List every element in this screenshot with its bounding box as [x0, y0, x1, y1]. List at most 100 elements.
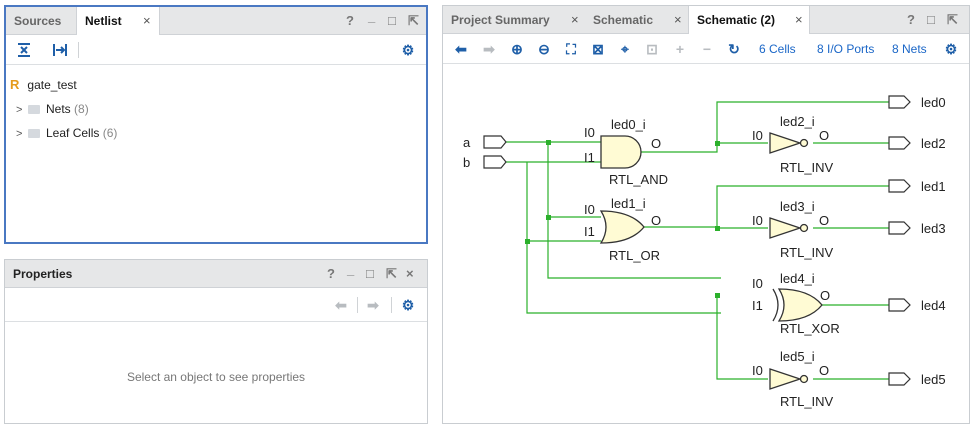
xor-gate-extra-arc [772, 288, 779, 322]
forward-arrow-icon[interactable]: ➡ [363, 288, 383, 318]
tab-sources[interactable]: Sources [6, 7, 76, 35]
input-port-a [483, 135, 507, 149]
fit-icon[interactable]: ⛶ [561, 34, 581, 64]
nets-count-link[interactable]: 8 Nets [892, 34, 927, 64]
cell-type-led5: RTL_INV [780, 394, 834, 409]
schematic-panel: Project Summary × Schematic × Schematic … [442, 5, 970, 424]
chevron-right-icon[interactable]: > [16, 124, 28, 144]
tree-item-nets[interactable]: > Nets (8) [16, 99, 89, 119]
forward-icon[interactable]: ➡ [479, 34, 499, 64]
maximize-icon[interactable]: □ [366, 260, 374, 288]
tree-item-count: (8) [74, 102, 89, 116]
gear-icon[interactable]: ⚙ [398, 35, 418, 65]
tab-project-summary[interactable]: Project Summary × [443, 6, 585, 34]
regenerate-icon[interactable]: ⊡ [642, 34, 662, 64]
pin-label: I1 [752, 298, 763, 313]
zoom-area-icon[interactable]: ⊠ [588, 34, 608, 64]
close-tab-icon[interactable]: × [571, 6, 579, 34]
tree-item-count: (6) [102, 126, 118, 140]
minimize-icon[interactable]: _ [368, 3, 375, 31]
output-port-led5 [888, 372, 911, 386]
tree-item-leaf-cells[interactable]: > Leaf Cells (6) [16, 123, 117, 143]
remove-icon[interactable]: − [697, 34, 717, 64]
properties-placeholder: Select an object to see properties [126, 370, 306, 384]
expand-icon[interactable] [50, 35, 70, 65]
output-label-led3: led3 [921, 221, 946, 236]
inv-bubble-led2 [799, 138, 809, 148]
schematic-canvas[interactable]: a b led0 led2 led1 led3 led4 led5 led0_i… [443, 65, 969, 423]
float-icon[interactable]: ⇱ [947, 6, 958, 34]
float-icon[interactable]: ⇱ [386, 260, 397, 288]
tree-item-label: Nets [46, 102, 71, 116]
cell-type-led2: RTL_INV [780, 160, 834, 175]
tree-root[interactable]: Rgate_test [10, 75, 77, 95]
netlist-panel: Sources Netlist × ? _ □ ⇱ ⚙ Rgate_test >… [4, 5, 428, 244]
io-ports-count-link[interactable]: 8 I/O Ports [817, 34, 874, 64]
inv-bubble-led3 [799, 223, 809, 233]
gear-icon[interactable]: ⚙ [941, 34, 961, 64]
inv-gate-led2 [769, 132, 803, 154]
tree-root-label: gate_test [27, 78, 77, 92]
output-port-led3 [888, 221, 911, 235]
pin-label: O [651, 136, 661, 151]
help-icon[interactable]: ? [346, 7, 354, 35]
close-tab-icon[interactable]: × [674, 6, 682, 34]
gear-icon[interactable]: ⚙ [398, 288, 418, 318]
properties-titlebar: Properties ? _ □ ⇱ × [5, 260, 427, 288]
close-tab-icon[interactable]: × [795, 6, 803, 34]
input-ports [483, 135, 507, 169]
close-icon[interactable]: × [406, 260, 414, 288]
input-label-a: a [463, 135, 471, 150]
output-label-led1: led1 [921, 179, 946, 194]
cell-type-led3: RTL_INV [780, 245, 834, 260]
and-gate-led0 [600, 135, 642, 169]
cell-instance-led5: led5_i [780, 349, 815, 364]
tab-netlist[interactable]: Netlist × [76, 7, 160, 36]
chevron-right-icon[interactable]: > [16, 100, 28, 120]
input-port-b [483, 155, 507, 169]
minimize-icon[interactable]: _ [347, 256, 354, 284]
output-port-led2 [888, 136, 911, 150]
input-labels: a b [463, 135, 471, 170]
cell-instance-led4: led4_i [780, 271, 815, 286]
rtl-design-icon: R [10, 77, 20, 92]
or-gate-led1 [599, 210, 645, 244]
pin-label: I0 [584, 202, 595, 217]
help-icon[interactable]: ? [907, 6, 915, 34]
cells-count-link[interactable]: 6 Cells [759, 34, 796, 64]
pin-label: O [819, 363, 829, 378]
output-port-led4 [888, 298, 911, 312]
output-port-led1 [888, 179, 911, 193]
zoom-in-icon[interactable]: ⊕ [507, 34, 527, 64]
back-icon[interactable]: ⬅ [451, 34, 471, 64]
tab-schematic[interactable]: Schematic × [585, 6, 688, 34]
properties-toolbar: ⬅ ➡ ⚙ [5, 288, 427, 322]
crosshair-icon[interactable]: ⌖ [615, 34, 635, 64]
close-tab-icon[interactable]: × [143, 7, 151, 35]
cell-instance-led2: led2_i [780, 114, 815, 129]
zoom-out-icon[interactable]: ⊖ [534, 34, 554, 64]
wire-inv-out [813, 142, 889, 380]
tab-schematic-2[interactable]: Schematic (2) × [688, 6, 810, 35]
cell-instance-led1: led1_i [611, 196, 646, 211]
pin-label: O [819, 128, 829, 143]
pin-label: I0 [584, 125, 595, 140]
input-label-b: b [463, 155, 470, 170]
netlist-tabbar: Sources Netlist × ? _ □ ⇱ [6, 7, 426, 36]
maximize-icon[interactable]: □ [927, 6, 935, 34]
toolbar-separator [391, 297, 392, 313]
help-icon[interactable]: ? [327, 260, 335, 288]
float-icon[interactable]: ⇱ [408, 7, 419, 35]
maximize-icon[interactable]: □ [388, 7, 396, 35]
output-ports [888, 95, 911, 386]
back-arrow-icon[interactable]: ⬅ [331, 288, 351, 318]
pin-label: I0 [752, 213, 763, 228]
output-labels: led0 led2 led1 led3 led4 led5 [921, 95, 946, 387]
tree-item-label: Leaf Cells [46, 126, 100, 140]
netlist-toolbar: ⚙ [6, 35, 426, 65]
reload-icon[interactable]: ↻ [724, 34, 744, 64]
add-icon[interactable]: + [670, 34, 690, 64]
cell-instance-led3: led3_i [780, 199, 815, 214]
collapse-all-icon[interactable] [14, 35, 34, 65]
pin-label: I1 [584, 224, 595, 239]
